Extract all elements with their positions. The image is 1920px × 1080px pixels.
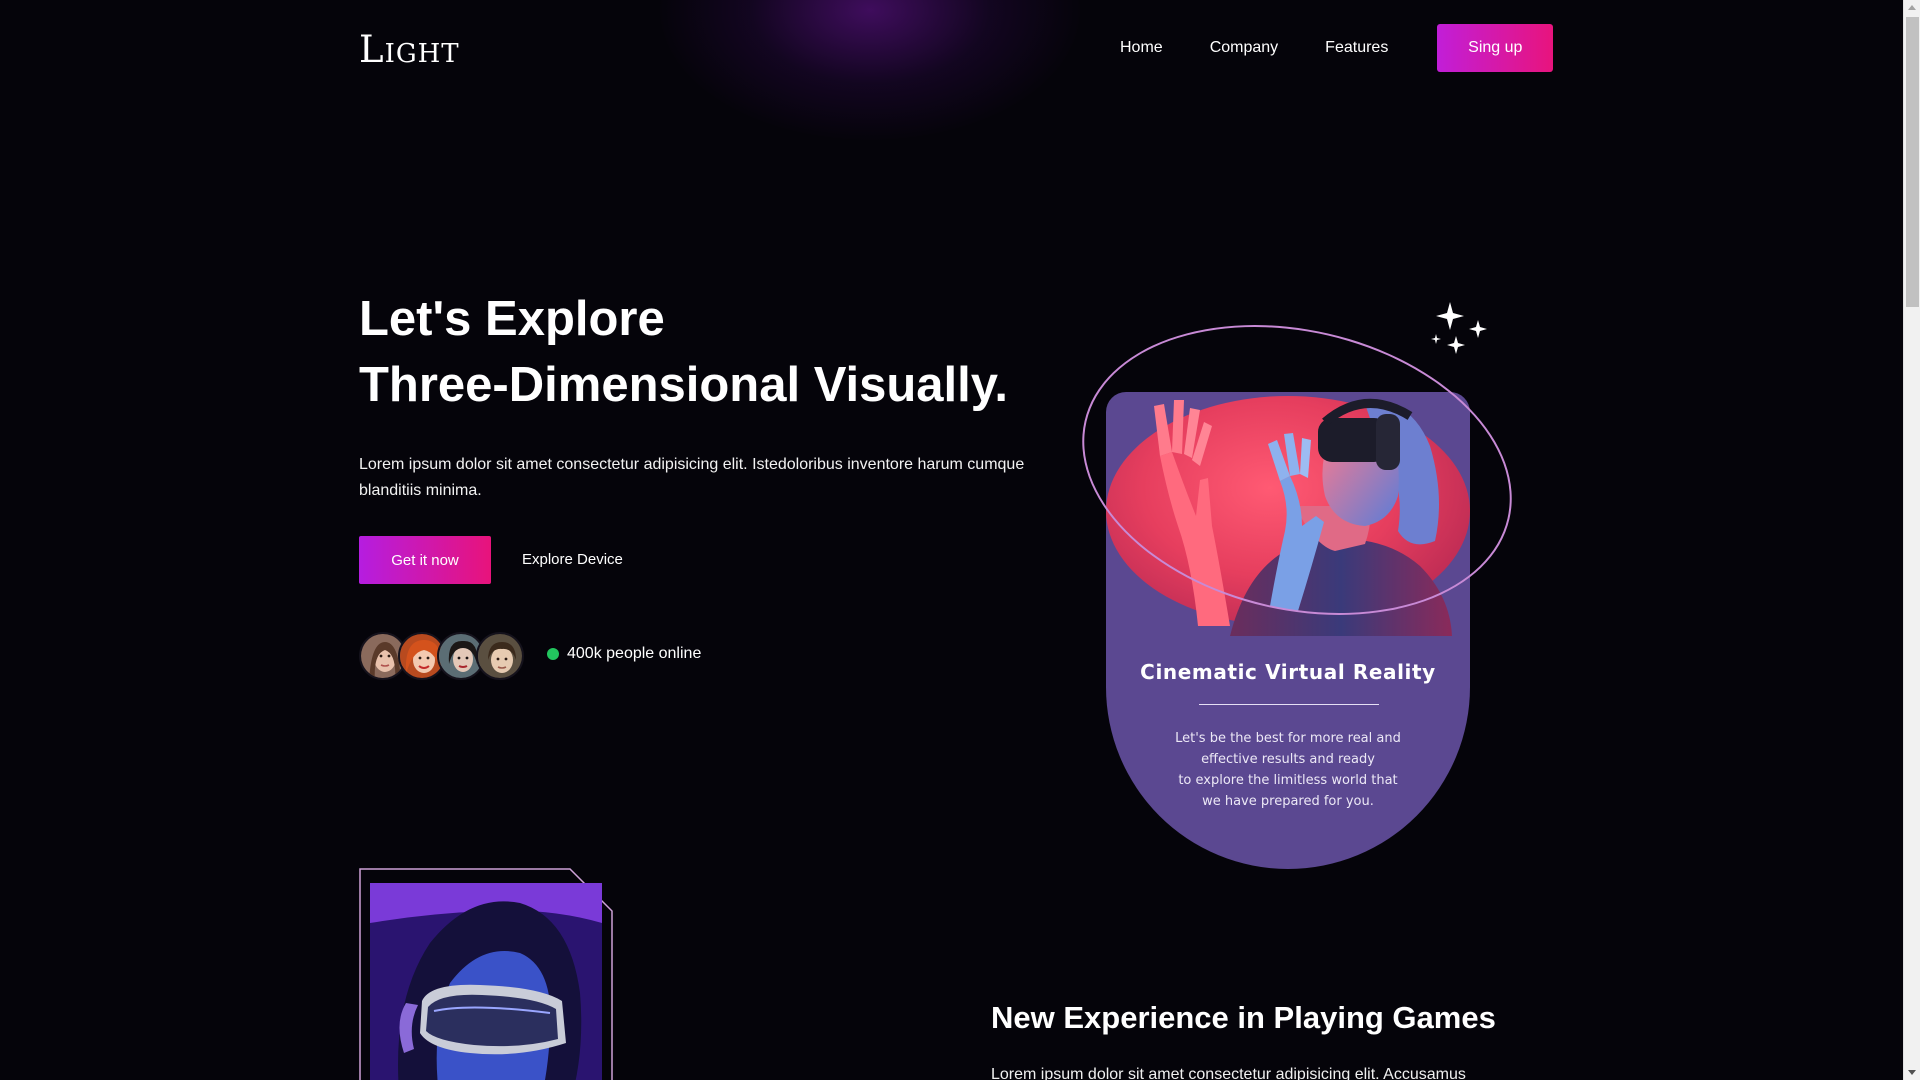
vr-card-divider [1199, 704, 1379, 705]
hero-title: Let's Explore Three-Dimensional Visually… [359, 286, 1008, 418]
vr-card-description-line: Let's be the best for more real and [1175, 731, 1401, 746]
page-scrollbar[interactable] [1903, 0, 1920, 1080]
nav-company[interactable]: Company [1210, 24, 1278, 72]
scroll-up-icon[interactable] [1908, 5, 1916, 10]
main-nav: Home Company Features Sing up [1120, 24, 1554, 72]
vr-card-description-line: we have prepared for you. [1202, 794, 1374, 809]
explore-device-link[interactable]: Explore Device [522, 536, 623, 584]
nav-home[interactable]: Home [1120, 24, 1163, 72]
hero-title-line2: Three-Dimensional Visually. [359, 358, 1009, 412]
avatar-group [359, 632, 524, 680]
vr-card-description: Let's be the best for more real and effe… [1146, 728, 1430, 812]
get-it-now-button[interactable]: Get it now [359, 536, 491, 584]
signup-button[interactable]: Sing up [1437, 24, 1554, 72]
games-section-title: New Experience in Playing Games [991, 1000, 1496, 1035]
vr-card-description-line: effective results and ready [1201, 752, 1375, 767]
online-status: 400k people online [547, 645, 701, 663]
vr-card-title: Cinematic Virtual Reality [1140, 660, 1436, 684]
game-player-image [370, 883, 602, 1080]
sparkles-icon [1431, 302, 1487, 354]
vr-card-description-line: to explore the limitless world that [1178, 773, 1398, 788]
hero-title-line1: Let's Explore [359, 292, 665, 346]
nav-features[interactable]: Features [1325, 24, 1388, 72]
games-section-description: Lorem ipsum dolor sit amet consectetur a… [991, 1066, 1466, 1080]
avatar [476, 632, 524, 680]
scroll-down-icon[interactable] [1908, 1070, 1916, 1075]
scrollbar-thumb[interactable] [1906, 17, 1919, 307]
online-dot-icon [547, 648, 559, 660]
hero-description: Lorem ipsum dolor sit amet consectetur a… [359, 456, 1025, 499]
brand-logo[interactable]: Light [359, 28, 460, 71]
online-count: 400k people online [567, 645, 702, 662]
top-glow [660, 0, 1080, 140]
